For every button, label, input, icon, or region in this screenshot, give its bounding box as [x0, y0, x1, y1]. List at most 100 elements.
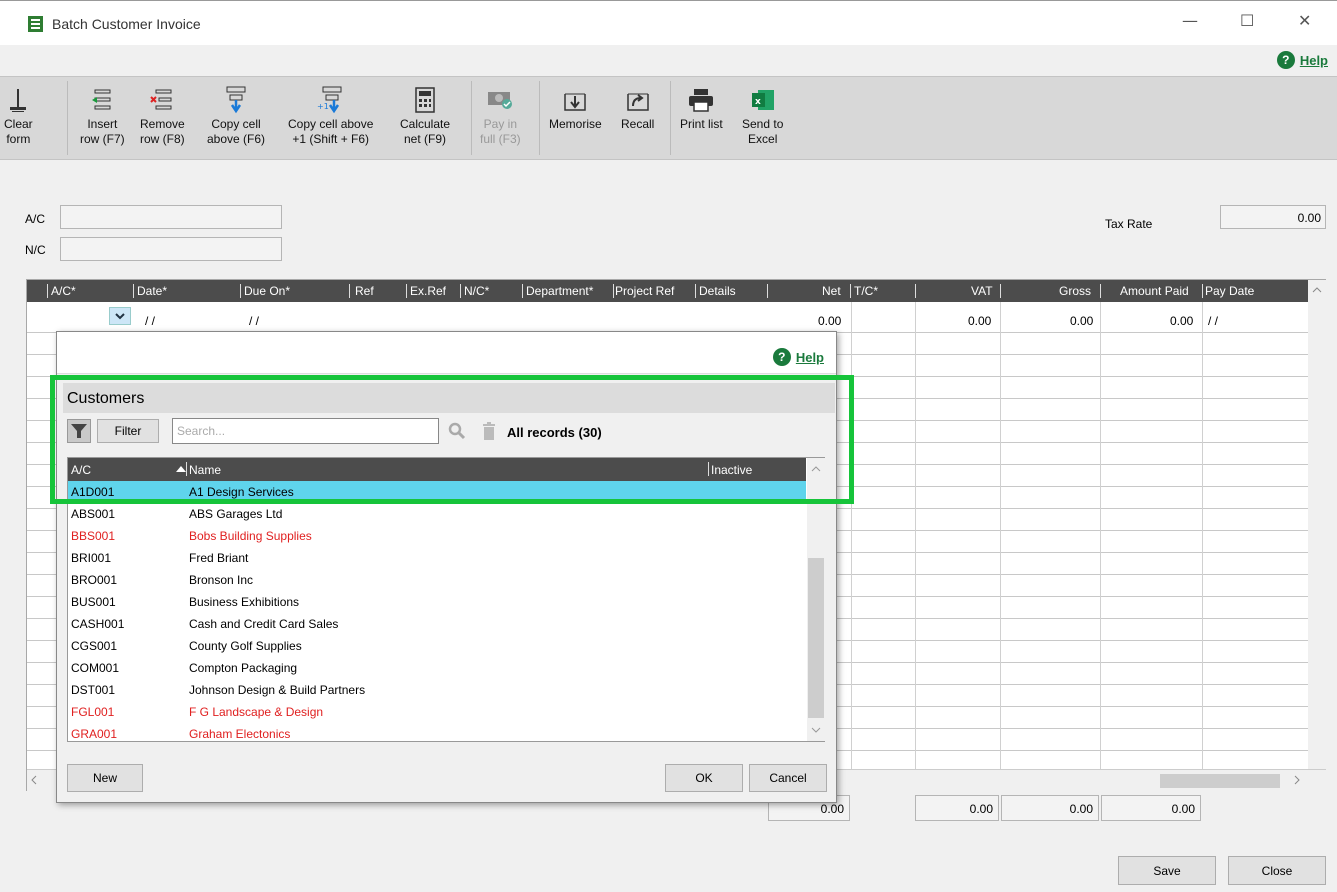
row-amount-paid[interactable]: 0.00: [1170, 314, 1193, 328]
help-label[interactable]: Help: [1300, 53, 1328, 68]
tax-rate-value: 0.00: [1220, 205, 1326, 229]
list-col-name[interactable]: Name: [189, 463, 221, 477]
col-pay-date[interactable]: Pay Date: [1205, 284, 1254, 298]
row-pay-date[interactable]: / /: [1208, 314, 1218, 328]
recall-button[interactable]: Recall: [621, 83, 654, 132]
ac-input[interactable]: [60, 205, 282, 229]
toolbar-separator: [67, 81, 68, 155]
dialog-help-label[interactable]: Help: [796, 350, 824, 365]
row-net[interactable]: 0.00: [818, 314, 841, 328]
row-gross[interactable]: 0.00: [1070, 314, 1093, 328]
copy-cell-icon: [224, 83, 248, 117]
row-vat[interactable]: 0.00: [968, 314, 991, 328]
ac-dropdown-button[interactable]: [109, 307, 131, 325]
nc-input[interactable]: [60, 237, 282, 261]
close-window-button[interactable]: ✕: [1298, 11, 1311, 30]
list-item[interactable]: A1D001 A1 Design Services: [68, 481, 806, 503]
ok-button[interactable]: OK: [665, 764, 743, 792]
customer-list: A/C Name Inactive A1D001 A1 Design Servic…: [67, 457, 825, 742]
col-department[interactable]: Department*: [526, 284, 593, 298]
list-item[interactable]: DST001 Johnson Design & Build Partners: [68, 679, 806, 701]
col-gross[interactable]: Gross: [1059, 284, 1091, 298]
memorise-icon: [563, 83, 587, 117]
col-project-ref[interactable]: Project Ref: [615, 284, 674, 298]
search-icon[interactable]: [448, 422, 466, 440]
clear-form-button[interactable]: Clear form: [4, 83, 33, 147]
print-list-button[interactable]: Print list: [680, 83, 723, 132]
col-ref[interactable]: Ref: [355, 284, 374, 298]
list-vertical-scrollbar[interactable]: [807, 458, 825, 741]
col-amount-paid[interactable]: Amount Paid: [1120, 284, 1189, 298]
list-item[interactable]: GRA001 Graham Electonics: [68, 723, 806, 745]
help-icon: ?: [772, 348, 791, 366]
minimize-button[interactable]: —: [1182, 11, 1198, 30]
scroll-up-icon[interactable]: [1308, 280, 1326, 300]
search-input[interactable]: Search...: [172, 418, 439, 444]
calculate-net-button[interactable]: Calculate net (F9): [400, 83, 450, 147]
scroll-left-icon[interactable]: [27, 770, 41, 790]
save-button[interactable]: Save: [1118, 856, 1216, 885]
grid-vertical-scrollbar[interactable]: [1308, 280, 1326, 769]
send-to-excel-button[interactable]: x Send to Excel: [742, 83, 783, 147]
excel-icon: x: [750, 83, 776, 117]
scroll-up-icon[interactable]: [807, 458, 825, 478]
list-item[interactable]: BRI001 Fred Briant: [68, 547, 806, 569]
title-bar: Batch Customer Invoice — ☐ ✕: [0, 1, 1337, 45]
copy-cell-above-plus-one-button[interactable]: +1 Copy cell above +1 (Shift + F6): [288, 83, 373, 147]
list-item[interactable]: CASH001 Cash and Credit Card Sales: [68, 613, 806, 635]
col-vat[interactable]: VAT: [971, 284, 993, 298]
money-icon: [487, 83, 513, 117]
cancel-button[interactable]: Cancel: [749, 764, 827, 792]
maximize-button[interactable]: ☐: [1240, 11, 1254, 30]
new-customer-button[interactable]: New: [67, 764, 143, 792]
dialog-help-link[interactable]: ? Help: [772, 348, 824, 366]
copy-cell-above-button[interactable]: Copy cell above (F6): [207, 83, 265, 147]
svg-text:x: x: [755, 97, 761, 107]
toolbar: Clear form Insert row (F7) Remove row (F8) …: [0, 76, 1337, 160]
col-tc[interactable]: T/C*: [854, 284, 878, 298]
row-due-on[interactable]: / /: [249, 314, 259, 328]
list-item[interactable]: BUS001 Business Exhibitions: [68, 591, 806, 613]
remove-row-icon: [150, 83, 174, 117]
scroll-right-icon[interactable]: [1290, 770, 1304, 790]
ac-label: A/C: [25, 212, 46, 226]
col-due-on[interactable]: Due On*: [244, 284, 290, 298]
col-ac[interactable]: A/C*: [51, 284, 76, 298]
col-exref[interactable]: Ex.Ref: [410, 284, 446, 298]
memorise-button[interactable]: Memorise: [549, 83, 602, 132]
scroll-down-icon[interactable]: [807, 720, 825, 740]
close-button[interactable]: Close: [1228, 856, 1326, 885]
pay-in-full-button[interactable]: Pay in full (F3): [480, 83, 521, 147]
total-vat: 0.00: [915, 795, 999, 821]
total-amount-paid: 0.00: [1101, 795, 1201, 821]
clear-icon: [8, 83, 28, 117]
list-scroll-thumb[interactable]: [808, 558, 824, 718]
remove-row-button[interactable]: Remove row (F8): [140, 83, 185, 147]
col-nc[interactable]: N/C*: [464, 284, 489, 298]
app-icon: [28, 16, 43, 32]
list-item[interactable]: COM001 Compton Packaging: [68, 657, 806, 679]
filter-button[interactable]: Filter: [97, 419, 159, 443]
insert-row-icon: [91, 83, 113, 117]
list-item[interactable]: BBS001 Bobs Building Supplies: [68, 525, 806, 547]
list-col-ac[interactable]: A/C: [71, 463, 91, 477]
list-col-inactive[interactable]: Inactive: [711, 463, 752, 477]
row-date[interactable]: / /: [145, 314, 155, 328]
list-item[interactable]: FGL001 F G Landscape & Design: [68, 701, 806, 723]
list-item[interactable]: CGS001 County Golf Supplies: [68, 635, 806, 657]
col-date[interactable]: Date*: [137, 284, 167, 298]
help-icon: ?: [1276, 51, 1295, 69]
list-item[interactable]: BRO001 Bronson Inc: [68, 569, 806, 591]
list-item[interactable]: ABS001 ABS Garages Ltd: [68, 503, 806, 525]
customer-list-header: A/C Name Inactive: [68, 458, 806, 481]
recall-icon: [626, 83, 650, 117]
nc-label: N/C: [25, 243, 46, 257]
help-link[interactable]: ? Help: [1276, 51, 1328, 69]
col-details[interactable]: Details: [699, 284, 736, 298]
scroll-thumb[interactable]: [1160, 774, 1280, 788]
toolbar-separator: [539, 81, 540, 155]
filter-icon[interactable]: [67, 419, 91, 443]
trash-icon[interactable]: [481, 422, 497, 440]
insert-row-button[interactable]: Insert row (F7): [80, 83, 125, 147]
col-net[interactable]: Net: [822, 284, 841, 298]
